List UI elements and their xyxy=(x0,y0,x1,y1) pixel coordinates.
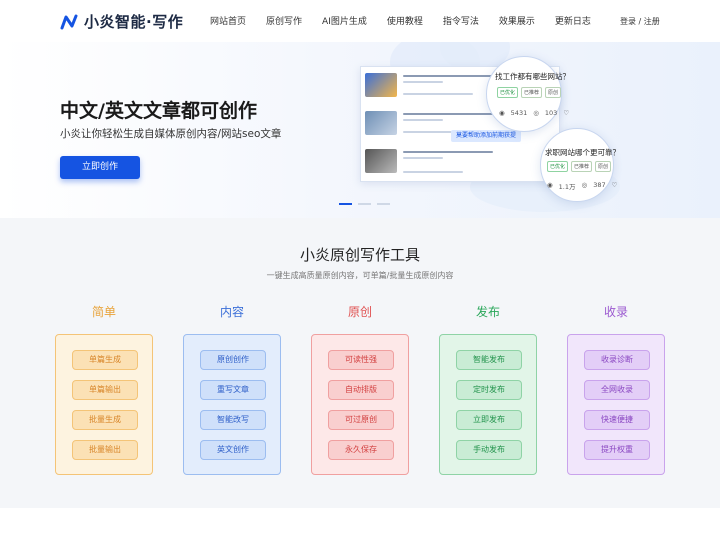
tool-feature-button[interactable]: 手动发布 xyxy=(456,440,522,460)
tool-column-content: 内容原创创作重写文章智能改写英文创作 xyxy=(183,304,281,475)
carousel-dot[interactable] xyxy=(377,203,390,205)
chip-recommended: 已推荐 xyxy=(521,87,543,98)
chip-original: 原创 xyxy=(595,161,612,172)
tool-feature-button[interactable]: 单篇输出 xyxy=(72,380,138,400)
bubble-stats: ◉ 1.1万 ◎ 387 ♡ xyxy=(547,181,617,191)
tool-feature-button[interactable]: 英文创作 xyxy=(200,440,266,460)
tool-card: 收录诊断全网收录快速便捷提升权重 xyxy=(567,334,665,475)
hero-subtitle: 小炎让你轻松生成自媒体原创内容/网站seo文章 xyxy=(60,128,282,140)
likes-count: 103 xyxy=(544,109,558,117)
tool-feature-button[interactable]: 可读性强 xyxy=(328,350,394,370)
question-bubble: 求职网站哪个更可靠？ 已优化 已推荐 原创 ◉ 1.1万 ◎ 387 ♡ xyxy=(540,128,620,202)
hero-title: 中文/英文文章都可创作 xyxy=(60,100,257,122)
tool-feature-button[interactable]: 收录诊断 xyxy=(584,350,650,370)
nav-changelog[interactable]: 更新日志 xyxy=(555,14,591,27)
nav-ai-image[interactable]: AI图片生成 xyxy=(322,14,367,27)
preview-tag: 莫要帮助添加前期获提 xyxy=(451,130,522,142)
preview-row xyxy=(365,147,555,181)
nav-home[interactable]: 网站首页 xyxy=(210,14,246,27)
nav-original-writing[interactable]: 原创写作 xyxy=(266,14,302,27)
tool-feature-button[interactable]: 快速便捷 xyxy=(584,410,650,430)
bubble-question: 求职网站哪个更可靠？ xyxy=(545,148,620,157)
tools-title: 小炎原创写作工具 xyxy=(299,246,420,264)
heart-icon: ♡ xyxy=(611,181,618,189)
tool-column-title: 原创 xyxy=(347,305,372,319)
tool-feature-button[interactable]: 批量生成 xyxy=(72,410,138,430)
tool-feature-button[interactable]: 单篇生成 xyxy=(72,350,138,370)
carousel-indicator xyxy=(339,203,390,205)
logo-n-icon xyxy=(60,14,78,29)
site-header: 小炎智能·写作 网站首页 原创写作 AI图片生成 使用教程 指令写法 效果展示 … xyxy=(0,0,720,42)
likes-icon: ◎ xyxy=(533,109,539,117)
tool-card: 可读性强自动排版可过原创永久保存 xyxy=(311,334,409,475)
question-bubble: 找工作都有哪些网站？ 已优化 已推荐 原创 ◉ 5431 ◎ 103 ♡ xyxy=(486,56,570,132)
tool-card: 原创创作重写文章智能改写英文创作 xyxy=(183,334,281,475)
start-creating-button[interactable]: 立即创作 xyxy=(60,156,140,179)
tool-column-simple: 简单单篇生成单篇输出批量生成批量输出 xyxy=(55,304,153,475)
nav-tutorial[interactable]: 使用教程 xyxy=(387,14,423,27)
nav-showcase[interactable]: 效果展示 xyxy=(499,14,535,27)
bubble-question: 找工作都有哪些网站？ xyxy=(495,72,570,81)
tool-column-title: 内容 xyxy=(219,305,244,319)
hero-banner: 中文/英文文章都可创作 小炎让你轻松生成自媒体原创内容/网站seo文章 立即创作… xyxy=(0,42,720,218)
main-nav: 网站首页 原创写作 AI图片生成 使用教程 指令写法 效果展示 更新日志 xyxy=(210,14,611,27)
likes-icon: ◎ xyxy=(581,181,588,189)
article-thumbnail xyxy=(365,73,397,97)
tool-column-publish: 发布智能发布定时发布立即发布手动发布 xyxy=(439,304,537,475)
views-count: 1.1万 xyxy=(558,183,576,191)
tool-feature-button[interactable]: 全网收录 xyxy=(584,380,650,400)
tool-feature-button[interactable]: 原创创作 xyxy=(200,350,266,370)
tool-feature-button[interactable]: 自动排版 xyxy=(328,380,394,400)
heart-icon: ♡ xyxy=(563,109,570,117)
tool-feature-button[interactable]: 定时发布 xyxy=(456,380,522,400)
likes-count: 387 xyxy=(593,181,606,189)
nav-prompt-guide[interactable]: 指令写法 xyxy=(443,14,479,27)
chip-optimized: 已优化 xyxy=(547,161,569,172)
bubble-chips: 已优化 已推荐 原创 xyxy=(547,161,612,172)
site-logo[interactable]: 小炎智能·写作 xyxy=(60,11,183,32)
bubble-chips: 已优化 已推荐 原创 xyxy=(497,87,562,98)
logo-text: 小炎智能·写作 xyxy=(84,13,184,31)
article-thumbnail xyxy=(365,149,397,173)
bubble-stats: ◉ 5431 ◎ 103 ♡ xyxy=(499,109,569,117)
tool-card: 单篇生成单篇输出批量生成批量输出 xyxy=(55,334,153,475)
tool-feature-button[interactable]: 立即发布 xyxy=(456,410,522,430)
tool-feature-button[interactable]: 永久保存 xyxy=(328,440,394,460)
tool-feature-button[interactable]: 智能发布 xyxy=(456,350,522,370)
tool-card: 智能发布定时发布立即发布手动发布 xyxy=(439,334,537,475)
tool-column-title: 收录 xyxy=(603,305,628,319)
chip-recommended: 已推荐 xyxy=(571,161,593,172)
carousel-dot[interactable] xyxy=(339,203,352,205)
tool-column-original: 原创可读性强自动排版可过原创永久保存 xyxy=(311,304,409,475)
tools-section: 小炎原创写作工具 一键生成高质量原创内容，可单篇/批量生成原创内容 简单单篇生成… xyxy=(0,218,720,508)
chip-optimized: 已优化 xyxy=(497,87,519,98)
tool-feature-button[interactable]: 可过原创 xyxy=(328,410,394,430)
views-count: 5431 xyxy=(510,109,528,117)
tools-subtitle: 一键生成高质量原创内容，可单篇/批量生成原创内容 xyxy=(266,271,454,280)
carousel-dot[interactable] xyxy=(358,203,371,205)
views-icon: ◉ xyxy=(547,181,553,189)
tool-feature-button[interactable]: 智能改写 xyxy=(200,410,266,430)
article-thumbnail xyxy=(365,111,397,135)
tool-feature-button[interactable]: 批量输出 xyxy=(72,440,138,460)
views-icon: ◉ xyxy=(499,109,505,117)
tool-column-index: 收录收录诊断全网收录快速便捷提升权重 xyxy=(567,304,665,475)
tool-column-title: 发布 xyxy=(475,305,500,319)
page-bottom xyxy=(0,508,720,540)
tool-feature-button[interactable]: 提升权重 xyxy=(584,440,650,460)
tool-column-title: 简单 xyxy=(91,305,116,319)
login-register-link[interactable]: 登录 / 注册 xyxy=(620,16,660,27)
chip-original: 原创 xyxy=(545,87,562,98)
tool-feature-button[interactable]: 重写文章 xyxy=(200,380,266,400)
